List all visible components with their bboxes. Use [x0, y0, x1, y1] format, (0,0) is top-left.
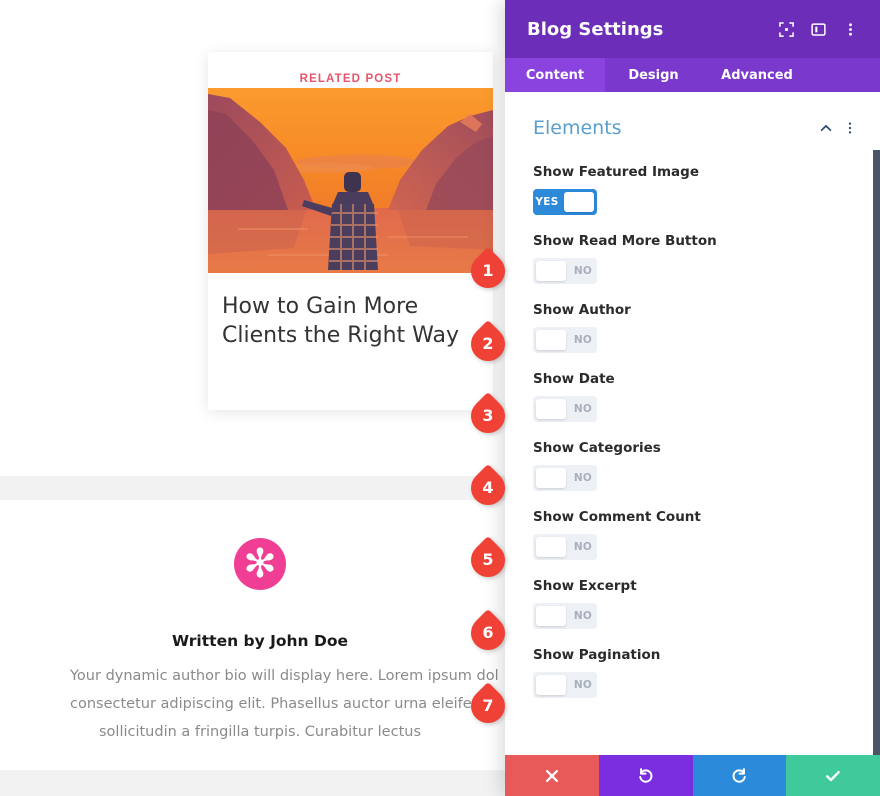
footer-band	[0, 770, 520, 796]
toggle-show-author[interactable]: NO	[533, 327, 597, 353]
screenshot-root: RELATED POST	[0, 0, 880, 796]
elements-section-header: Elements	[505, 92, 880, 140]
toggle-knob	[536, 537, 566, 557]
panel-body: Elements Show Featured Image	[505, 92, 880, 764]
featured-image	[208, 88, 493, 273]
panel-footer	[505, 755, 880, 796]
toggle-knob	[564, 192, 594, 212]
post-title[interactable]: How to Gain More Clients the Right Way	[208, 292, 493, 350]
toggle-knob	[536, 261, 566, 281]
field-label: Show Comment Count	[533, 509, 852, 525]
field-show-author: Show Author NO	[505, 302, 880, 353]
tab-design[interactable]: Design	[605, 58, 702, 92]
toggle-show-categories[interactable]: NO	[533, 465, 597, 491]
save-button[interactable]	[786, 755, 880, 796]
field-label: Show Categories	[533, 440, 852, 456]
field-show-pagination: Show Pagination NO	[505, 647, 880, 698]
undo-icon	[637, 767, 654, 784]
field-show-categories: Show Categories NO	[505, 440, 880, 491]
field-show-featured-image: Show Featured Image YES	[505, 164, 880, 215]
field-label: Show Excerpt	[533, 578, 852, 594]
close-icon	[544, 768, 560, 784]
panel-header: Blog Settings	[505, 0, 880, 58]
toggle-value: YES	[533, 196, 561, 208]
toggle-value: NO	[569, 265, 597, 277]
toggle-show-read-more-button[interactable]: NO	[533, 258, 597, 284]
author-bio-line-1: Your dynamic author bio will display her…	[70, 662, 450, 690]
redo-button[interactable]	[693, 755, 787, 796]
author-bio-line-3: sollicitudin a fringilla turpis. Curabit…	[70, 718, 450, 746]
toggle-knob	[536, 606, 566, 626]
author-bio-line-2: consectetur adipiscing elit. Phasellus a…	[70, 690, 450, 718]
field-show-date: Show Date NO	[505, 371, 880, 422]
field-label: Show Featured Image	[533, 164, 852, 180]
toggle-show-date[interactable]: NO	[533, 396, 597, 422]
toggle-value: NO	[569, 541, 597, 553]
focus-expand-icon[interactable]	[773, 16, 799, 42]
field-label: Show Pagination	[533, 647, 852, 663]
toggle-value: NO	[569, 472, 597, 484]
field-show-read-more-button: Show Read More Button NO	[505, 233, 880, 284]
toggle-value: NO	[569, 334, 597, 346]
toggle-value: NO	[569, 403, 597, 415]
avatar: ✻	[234, 538, 286, 590]
toggle-value: NO	[569, 679, 597, 691]
section-title: Elements	[533, 117, 814, 139]
redo-icon	[731, 767, 748, 784]
section-more-options-icon[interactable]	[838, 116, 862, 140]
field-show-excerpt: Show Excerpt NO	[505, 578, 880, 629]
toggle-show-excerpt[interactable]: NO	[533, 603, 597, 629]
field-show-comment-count: Show Comment Count NO	[505, 509, 880, 560]
toggle-knob	[536, 675, 566, 695]
toggle-knob	[536, 399, 566, 419]
field-label: Show Author	[533, 302, 852, 318]
related-post-card[interactable]: RELATED POST	[208, 52, 493, 410]
cancel-button[interactable]	[505, 755, 599, 796]
chevron-up-icon[interactable]	[814, 116, 838, 140]
field-label: Show Date	[533, 371, 852, 387]
author-block: ✻ Written by John Doe Your dynamic autho…	[0, 538, 520, 746]
asterisk-icon: ✻	[234, 538, 286, 590]
author-name: Written by John Doe	[0, 632, 520, 650]
toggle-knob	[536, 468, 566, 488]
panel-scrollbar[interactable]	[873, 150, 880, 758]
toggle-show-comment-count[interactable]: NO	[533, 534, 597, 560]
tab-content[interactable]: Content	[505, 58, 605, 92]
toggle-value: NO	[569, 610, 597, 622]
toggle-show-pagination[interactable]: NO	[533, 672, 597, 698]
undo-button[interactable]	[599, 755, 693, 796]
tab-advanced[interactable]: Advanced	[702, 58, 812, 92]
panel-tabs: Content Design Advanced	[505, 58, 880, 92]
field-label: Show Read More Button	[533, 233, 852, 249]
toggle-show-featured-image[interactable]: YES	[533, 189, 597, 215]
author-bio: Your dynamic author bio will display her…	[0, 662, 520, 746]
blog-settings-panel: Blog Settings	[505, 0, 880, 796]
panel-title: Blog Settings	[527, 19, 767, 40]
panel-layout-icon[interactable]	[805, 16, 831, 42]
section-divider-band	[0, 476, 520, 500]
check-icon	[824, 767, 842, 785]
related-post-label: RELATED POST	[208, 52, 493, 85]
toggle-knob	[536, 330, 566, 350]
page-preview-canvas: RELATED POST	[0, 0, 520, 796]
more-options-icon[interactable]	[837, 16, 863, 42]
